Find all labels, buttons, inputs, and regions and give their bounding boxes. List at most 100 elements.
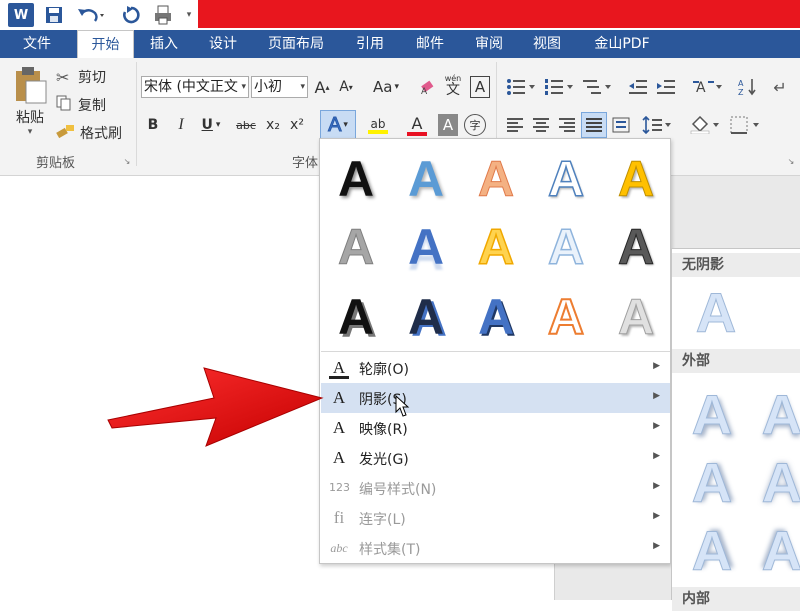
tab-home[interactable]: 开始 [77, 30, 134, 59]
no-shadow-option[interactable]: A [686, 279, 746, 345]
text-effect-preset[interactable]: A [396, 149, 456, 209]
text-effect-preset[interactable]: A [536, 149, 596, 209]
text-effect-preset[interactable]: A [536, 287, 596, 347]
outer-shadow-header: 外部 [672, 349, 800, 373]
align-center-button[interactable] [530, 114, 552, 136]
print-preview-icon[interactable] [150, 3, 178, 27]
text-effects-button[interactable]: A ▾ [320, 110, 356, 140]
phonetic-guide-button[interactable]: wén 文 [442, 72, 464, 100]
text-effect-preset[interactable]: A [326, 217, 386, 277]
enclose-characters-button[interactable]: 字 [464, 114, 486, 136]
outer-shadow-option[interactable]: A [752, 449, 800, 515]
highlight-button[interactable]: ab [358, 114, 398, 138]
tab-review[interactable]: 审阅 [463, 30, 515, 58]
italic-button[interactable]: I [170, 114, 192, 136]
bold-button[interactable]: B [142, 114, 164, 136]
change-case-icon: Aa [373, 78, 393, 96]
show-formatting-icon[interactable]: ↵ [768, 76, 792, 98]
menu-item-label: 发光(G) [359, 452, 409, 468]
chevron-right-icon: ▶ [653, 391, 660, 401]
text-effect-preset[interactable]: A [396, 287, 456, 347]
font-size-combo[interactable]: 小初 ▾ [251, 76, 308, 98]
cut-button[interactable]: ✂ 剪切 [56, 66, 124, 88]
outer-shadow-option[interactable]: A [752, 517, 800, 583]
text-effect-preset[interactable]: A [606, 149, 666, 209]
text-effect-letter: A [337, 151, 375, 207]
outer-shadow-option[interactable]: A [752, 381, 800, 447]
copy-icon [56, 95, 78, 115]
tab-layout[interactable]: 页面布局 [256, 30, 336, 58]
borders-button[interactable] [728, 114, 762, 136]
tab-mailings[interactable]: 邮件 [404, 30, 456, 58]
glow-menu-item[interactable]: A 发光(G) ▶ [321, 443, 670, 473]
outline-menu-item[interactable]: A 轮廓(O) ▶ [321, 353, 670, 383]
strikethrough-button[interactable]: abc [232, 114, 260, 136]
numbering-button[interactable] [542, 76, 576, 98]
decrease-indent-button[interactable] [626, 76, 650, 98]
character-shading-button[interactable]: A [438, 114, 458, 136]
reflection-menu-item[interactable]: A 映像(R) ▶ [321, 413, 670, 443]
outer-shadow-option[interactable]: A [682, 381, 742, 447]
format-painter-button[interactable]: 格式刷 [56, 122, 130, 144]
shadow-preview-letter: A [691, 450, 733, 514]
shadow-menu-item[interactable]: A 阴影(S) ▶ [321, 383, 670, 413]
copy-button[interactable]: 复制 [56, 94, 124, 116]
svg-text:A: A [421, 87, 428, 96]
text-effect-preset[interactable]: A [466, 287, 526, 347]
outer-shadow-option[interactable]: A [682, 517, 742, 583]
text-effects-icon: A [328, 113, 342, 136]
change-case-button[interactable]: Aa ▾ [368, 76, 404, 98]
paragraph-shading-button[interactable] [688, 114, 722, 136]
title-bar: W ▾ [0, 0, 800, 30]
chinese-layout-button[interactable]: A [690, 76, 724, 98]
underline-button[interactable]: U ▾ [196, 114, 226, 136]
tab-file[interactable]: 文件 [0, 30, 74, 58]
stylistic-sets-menu-item: abc 样式集(T) ▶ [321, 533, 670, 563]
ligatures-icon: fi [333, 508, 345, 527]
clear-format-button[interactable]: A [418, 76, 438, 98]
text-effect-preset[interactable]: A [466, 217, 526, 277]
text-effect-preset[interactable]: A [606, 217, 666, 277]
text-effect-letter: A [477, 151, 515, 208]
ribbon-tab-row: 文件 开始 插入 设计 页面布局 引用 邮件 审阅 视图 金山PDF [0, 30, 800, 59]
paragraph-launcher-icon[interactable]: ↘ [786, 156, 796, 166]
tab-design[interactable]: 设计 [196, 30, 250, 58]
save-icon[interactable] [42, 3, 66, 27]
tab-insert[interactable]: 插入 [138, 30, 190, 58]
align-right-button[interactable] [556, 114, 578, 136]
grow-font-button[interactable]: A ▴ [312, 76, 332, 98]
paste-button[interactable]: 粘贴 ▾ [8, 64, 52, 138]
line-spacing-button[interactable] [640, 114, 674, 136]
shadow-preview-letter: A [691, 382, 733, 446]
tab-kingsoft-pdf[interactable]: 金山PDF [580, 30, 664, 58]
distributed-button[interactable] [610, 114, 632, 136]
sort-button[interactable]: AZ [736, 76, 760, 98]
outline-icon: A [329, 357, 349, 379]
align-left-button[interactable] [504, 114, 526, 136]
undo-icon[interactable] [74, 3, 108, 27]
text-effect-preset[interactable]: A [606, 287, 666, 347]
text-effect-preset[interactable]: A [326, 287, 386, 347]
customize-quick-access-icon[interactable]: ▾ [184, 3, 194, 27]
text-effect-preset[interactable]: A [326, 149, 386, 209]
text-effect-preset[interactable]: A [536, 217, 596, 277]
tab-view[interactable]: 视图 [521, 30, 573, 58]
chevron-right-icon: ▶ [653, 361, 660, 371]
redo-icon[interactable] [118, 3, 144, 27]
superscript-button[interactable]: x² [286, 114, 308, 136]
shrink-font-button[interactable]: A ▾ [336, 76, 356, 98]
tab-references[interactable]: 引用 [344, 30, 396, 58]
justify-button[interactable] [581, 112, 607, 138]
subscript-button[interactable]: x₂ [262, 114, 284, 136]
text-effect-preset[interactable]: A [466, 149, 526, 209]
multilevel-list-button[interactable] [580, 76, 614, 98]
character-border-button[interactable]: A [470, 76, 490, 98]
font-color-button[interactable]: A [400, 112, 434, 140]
bullets-button[interactable] [504, 76, 538, 98]
increase-indent-button[interactable] [654, 76, 678, 98]
outer-shadow-option[interactable]: A [682, 449, 742, 515]
text-effect-preset[interactable]: A [396, 217, 456, 277]
font-size-value: 小初 [254, 79, 282, 95]
clipboard-launcher-icon[interactable]: ↘ [122, 156, 132, 166]
font-name-combo[interactable]: 宋体 (中文正文 ▾ [141, 76, 249, 98]
